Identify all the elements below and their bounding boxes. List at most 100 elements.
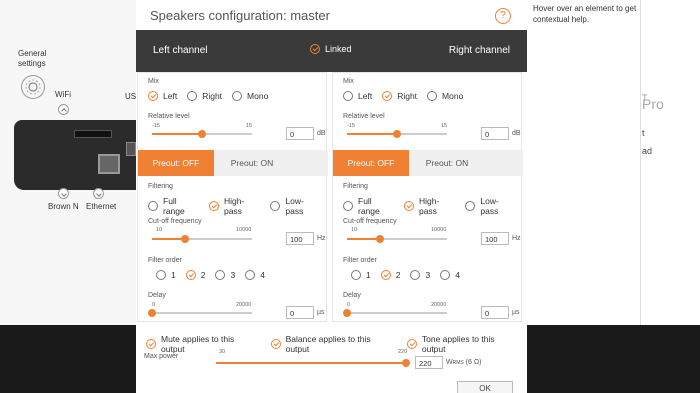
delay-input[interactable]: 0 <box>481 306 509 319</box>
filter-option[interactable]: High-pass <box>208 196 260 216</box>
ethernet-port <box>98 154 120 174</box>
radio-icon <box>410 270 421 280</box>
slider-thumb[interactable] <box>343 309 351 317</box>
filter-option-label: High-pass <box>418 196 440 216</box>
delay-slider[interactable] <box>148 309 252 317</box>
filter-option[interactable]: Low-pass <box>270 196 320 216</box>
preout-on-button[interactable]: Preout: ON <box>214 150 290 176</box>
max-power-slider[interactable] <box>216 359 410 367</box>
tone-option[interactable]: Tone applies to this output <box>406 334 519 354</box>
dialog-header: Speakers configuration: master ? <box>136 0 527 30</box>
mix-option[interactable]: Right <box>187 91 222 101</box>
chevron-down-icon[interactable] <box>58 188 69 199</box>
level-input[interactable]: 0 <box>286 127 314 140</box>
order-option-label: 1 <box>171 270 176 280</box>
slider-thumb[interactable] <box>402 359 410 367</box>
slider-thumb[interactable] <box>198 130 206 138</box>
mix-option-label: Left <box>358 91 373 101</box>
order-option[interactable]: 3 <box>215 270 235 280</box>
slider-thumb[interactable] <box>181 235 189 243</box>
product-name-large: Pro <box>642 96 664 112</box>
gear-icon[interactable] <box>21 75 45 99</box>
relative-level-label: Relative level <box>148 113 190 120</box>
mix-option-label: Left <box>163 91 178 101</box>
slider-fill <box>347 133 397 135</box>
relative-level-slider[interactable] <box>152 130 252 138</box>
check-icon <box>310 44 320 54</box>
cutoff-input[interactable]: 100 <box>481 232 509 245</box>
mix-option-label: Mono <box>442 91 464 101</box>
delay-input[interactable]: 0 <box>286 306 314 319</box>
order-option-label: 3 <box>230 270 236 280</box>
relative-level-label: Relative level <box>343 113 385 120</box>
order-option[interactable]: 1 <box>156 270 176 280</box>
radio-icon <box>351 270 361 280</box>
slider-thumb[interactable] <box>148 309 156 317</box>
balance-option[interactable]: Balance applies to this output <box>270 334 395 354</box>
mix-option-label: Right <box>397 91 418 101</box>
power-min-label: 30 <box>219 349 226 355</box>
mute-option[interactable]: Mute applies to this output <box>146 334 259 354</box>
cutoff-input[interactable]: 100 <box>286 232 314 245</box>
order-option[interactable]: 3 <box>410 270 430 280</box>
ok-button[interactable]: OK <box>457 381 513 393</box>
delay-slider[interactable] <box>343 309 447 317</box>
radio-checked-icon <box>382 91 393 101</box>
order-option[interactable]: 1 <box>351 270 371 280</box>
level-input[interactable]: 0 <box>481 127 509 140</box>
mix-option-label: Right <box>202 91 223 101</box>
order-option[interactable]: 2 <box>185 270 205 280</box>
preout-toggle: Preout: OFF Preout: ON <box>333 150 523 176</box>
mix-option[interactable]: Mono <box>232 91 268 101</box>
delay-label: Delay <box>343 292 361 299</box>
help-icon[interactable]: ? <box>495 8 511 24</box>
max-power-label: Max power <box>144 353 179 360</box>
cutoff-slider[interactable] <box>347 235 447 243</box>
chevron-down-icon[interactable] <box>93 188 104 199</box>
cutoff-min-label: 10 <box>156 227 163 233</box>
cutoff-min-label: 10 <box>351 227 358 233</box>
dialog-footer: Mute applies to this output Balance appl… <box>136 325 527 393</box>
mix-option[interactable]: Left <box>343 91 372 101</box>
preout-off-button[interactable]: Preout: OFF <box>138 150 214 176</box>
filter-option-label: Full range <box>358 196 380 216</box>
background-right-panel: Hover over an element to get contextual … <box>527 0 700 325</box>
right-channel-title: Right channel <box>448 45 510 56</box>
delay-max-label: 20000 <box>431 302 447 308</box>
filtering-radio-group: Full range High-pass Low-pass <box>148 196 326 216</box>
radio-icon <box>427 91 438 101</box>
filter-option[interactable]: Full range <box>148 196 199 216</box>
background-text-1: t <box>642 128 645 138</box>
mix-option[interactable]: Mono <box>427 91 463 101</box>
preout-off-button[interactable]: Preout: OFF <box>333 150 409 176</box>
mix-option[interactable]: Right <box>382 91 417 101</box>
divider <box>640 0 641 325</box>
relative-level-slider[interactable] <box>347 130 447 138</box>
filter-option[interactable]: High-pass <box>403 196 455 216</box>
slider-thumb[interactable] <box>393 130 401 138</box>
chevron-up-icon[interactable] <box>58 104 69 115</box>
mix-radio-group: Left Right Mono <box>343 91 469 101</box>
delay-min-label: 0 <box>152 302 156 308</box>
filter-option[interactable]: Low-pass <box>465 196 515 216</box>
mute-label: Mute applies to this output <box>161 334 235 354</box>
check-icon <box>146 339 156 349</box>
order-option[interactable]: 4 <box>245 270 265 280</box>
max-power-input[interactable]: 220 <box>415 356 443 369</box>
mix-label: Mix <box>148 78 159 85</box>
delay-max-label: 20000 <box>236 302 252 308</box>
order-option[interactable]: 4 <box>440 270 460 280</box>
left-channel-title: Left channel <box>153 45 208 56</box>
filter-option-label: High-pass <box>223 196 245 216</box>
mix-option[interactable]: Left <box>148 91 177 101</box>
filter-option[interactable]: Full range <box>343 196 394 216</box>
radio-icon <box>156 270 166 280</box>
linked-toggle[interactable]: Linked <box>310 44 352 54</box>
preout-on-button[interactable]: Preout: ON <box>409 150 485 176</box>
slider-thumb[interactable] <box>376 235 384 243</box>
left-channel-panel: Mix Left Right Mono Relative level -15 15 … <box>137 72 328 322</box>
filter-order-radio-group: 1 2 3 4 <box>156 270 271 280</box>
level-unit: dB <box>317 130 326 137</box>
cutoff-slider[interactable] <box>152 235 252 243</box>
order-option[interactable]: 2 <box>380 270 400 280</box>
